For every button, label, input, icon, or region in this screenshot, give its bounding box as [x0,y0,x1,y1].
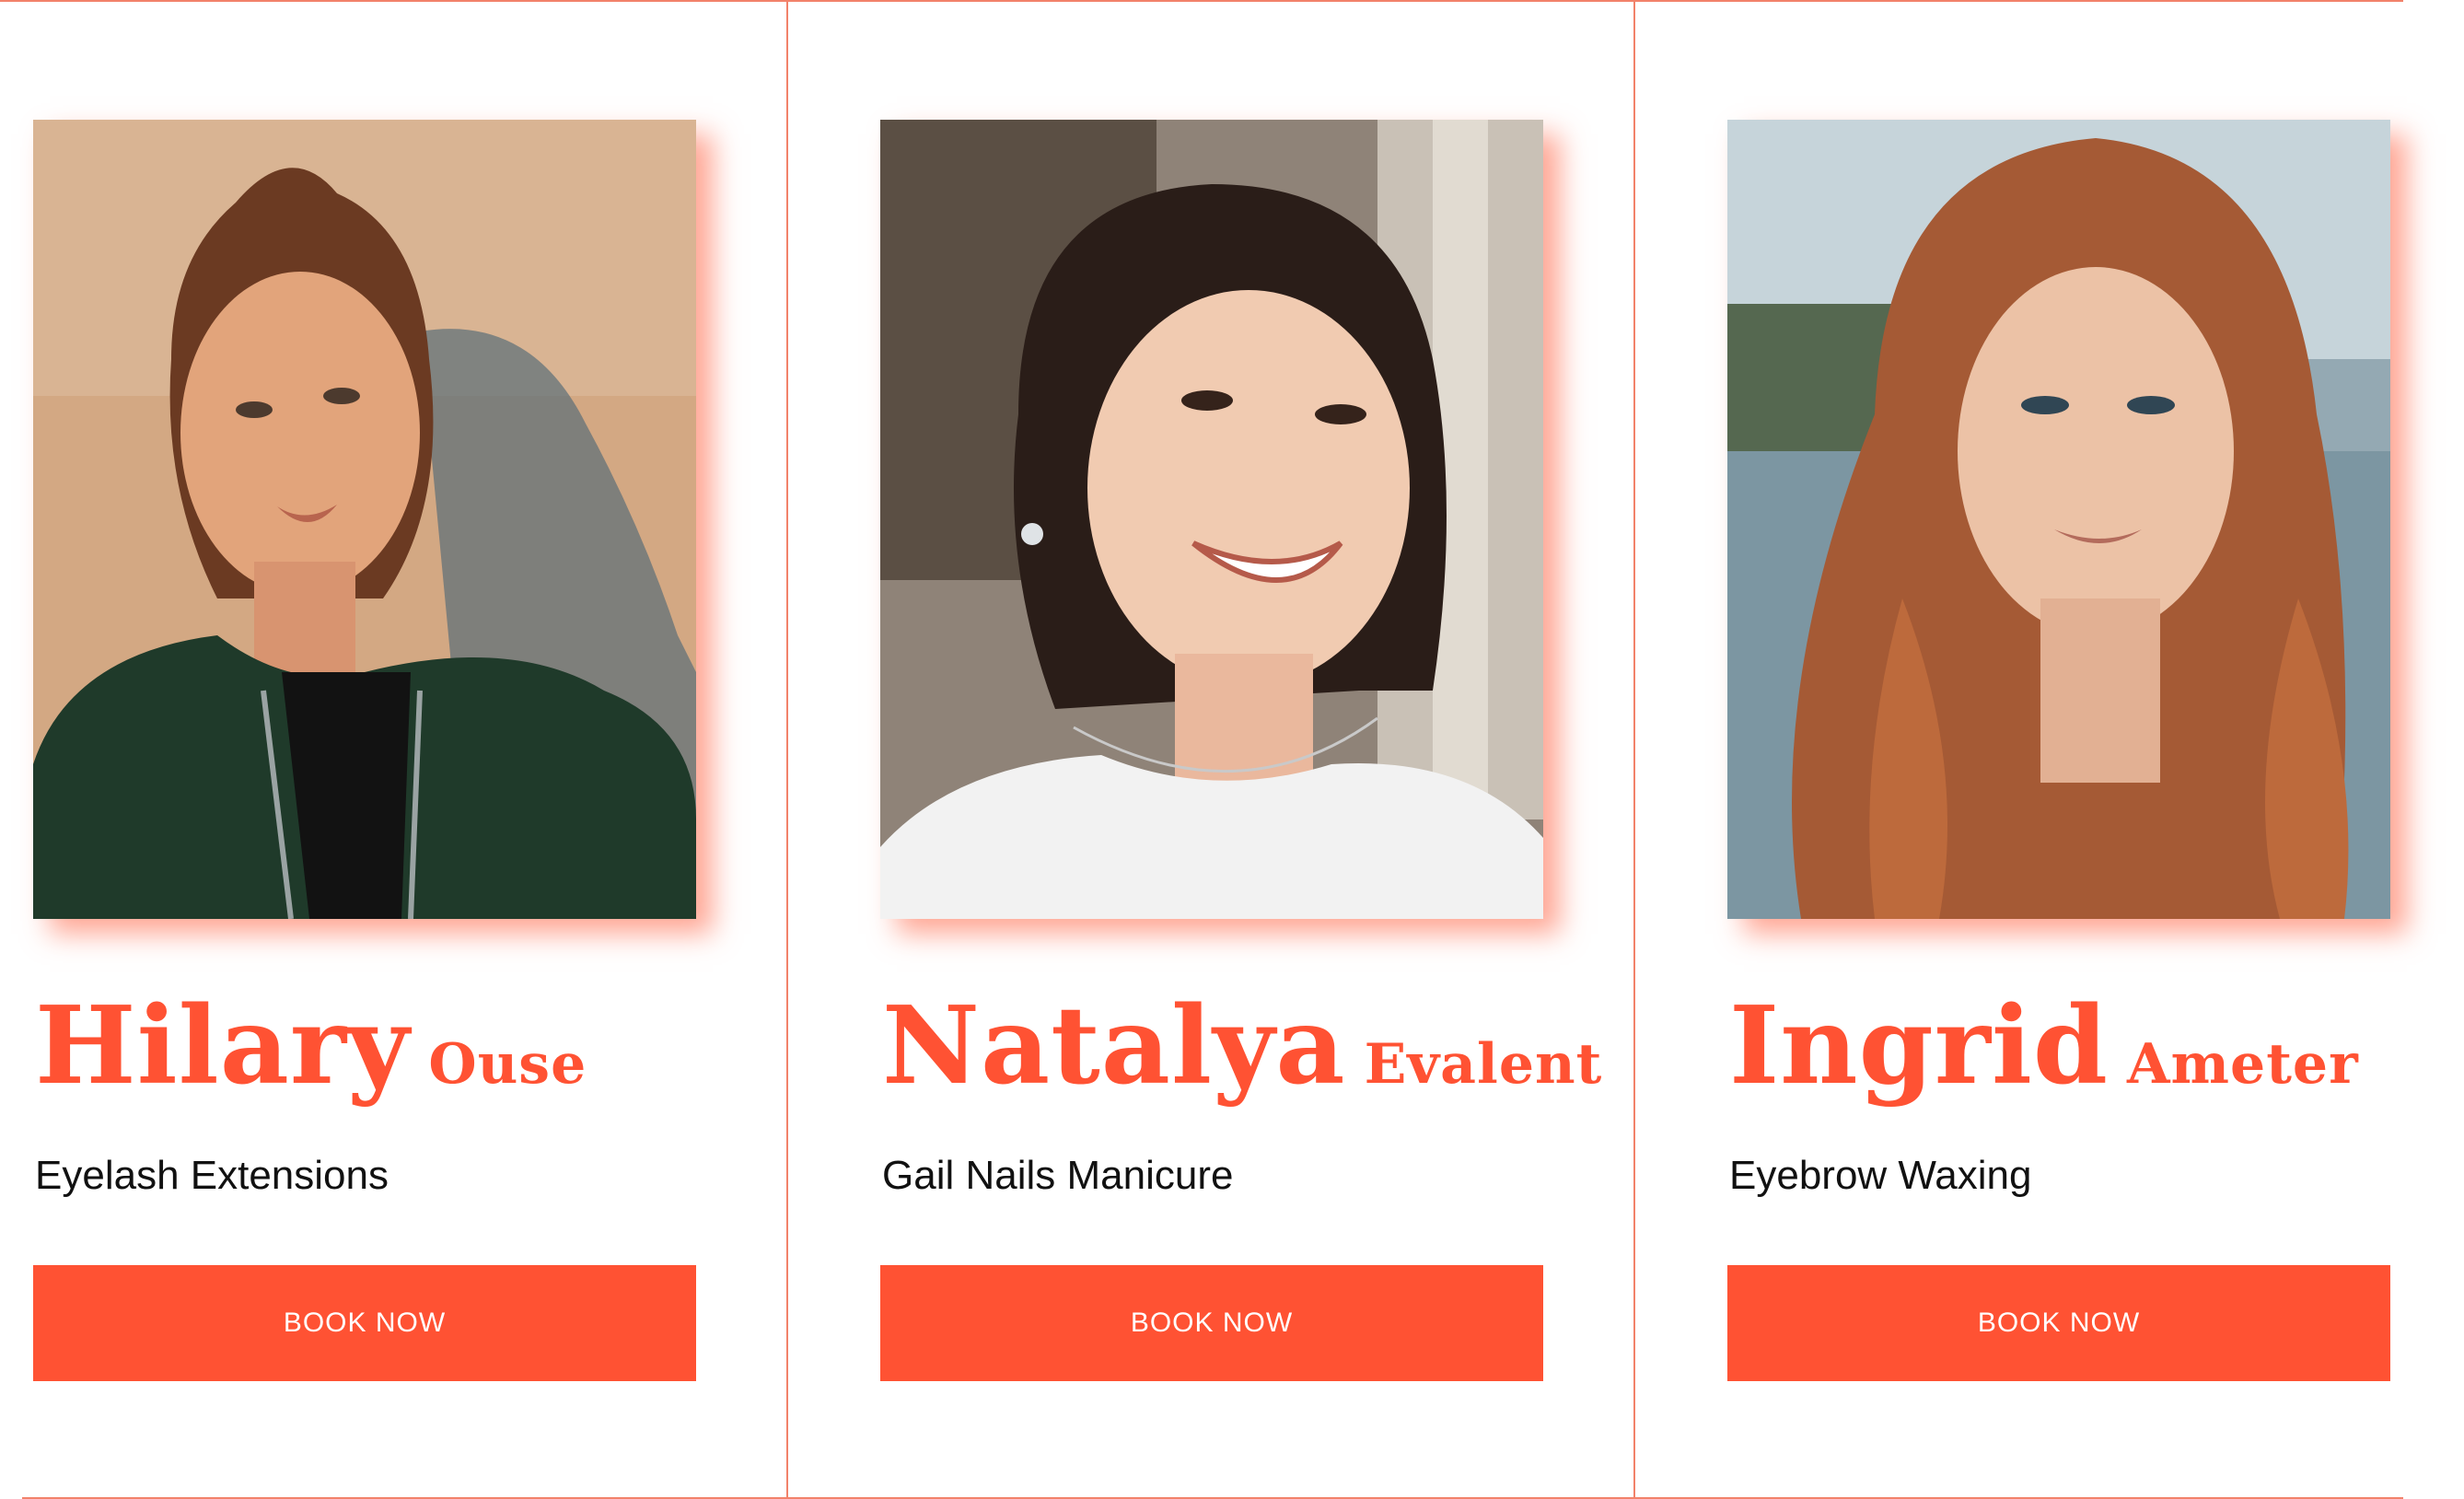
column-divider [1633,0,1635,1499]
book-now-button[interactable]: BOOK NOW [1727,1265,2390,1381]
staff-photo [880,120,1543,919]
service-label: Gail Nails Manicure [882,1153,1234,1198]
staff-card-ingrid: Ingrid Ameter Eyebrow Waxing BOOK NOW [1727,0,2390,1499]
staff-card-hilary: Hilary Ouse Eyelash Extensions BOOK NOW [33,0,696,1499]
staff-photo [1727,120,2390,919]
last-name: Ouse [428,1032,587,1097]
book-now-button[interactable]: BOOK NOW [880,1265,1543,1381]
book-now-button[interactable]: BOOK NOW [33,1265,696,1381]
staff-name: Natalya Evalent [882,983,1602,1109]
portrait-image [1727,120,2390,919]
staff-card-natalya: Natalya Evalent Gail Nails Manicure BOOK … [880,0,1601,1499]
staff-name: Hilary Ouse [35,983,587,1109]
portrait-image [33,120,696,919]
first-name: Natalya [882,983,1346,1109]
staff-photo [33,120,696,919]
portrait-image [880,120,1543,919]
last-name: Evalent [1364,1032,1603,1097]
last-name: Ameter [2127,1032,2359,1097]
column-divider [786,0,788,1499]
service-label: Eyelash Extensions [35,1153,389,1198]
first-name: Hilary [35,983,411,1109]
first-name: Ingrid [1729,983,2109,1109]
staff-name: Ingrid Ameter [1729,983,2359,1109]
service-label: Eyebrow Waxing [1729,1153,2032,1198]
team-section: Hilary Ouse Eyelash Extensions BOOK NOW [0,0,2464,1499]
